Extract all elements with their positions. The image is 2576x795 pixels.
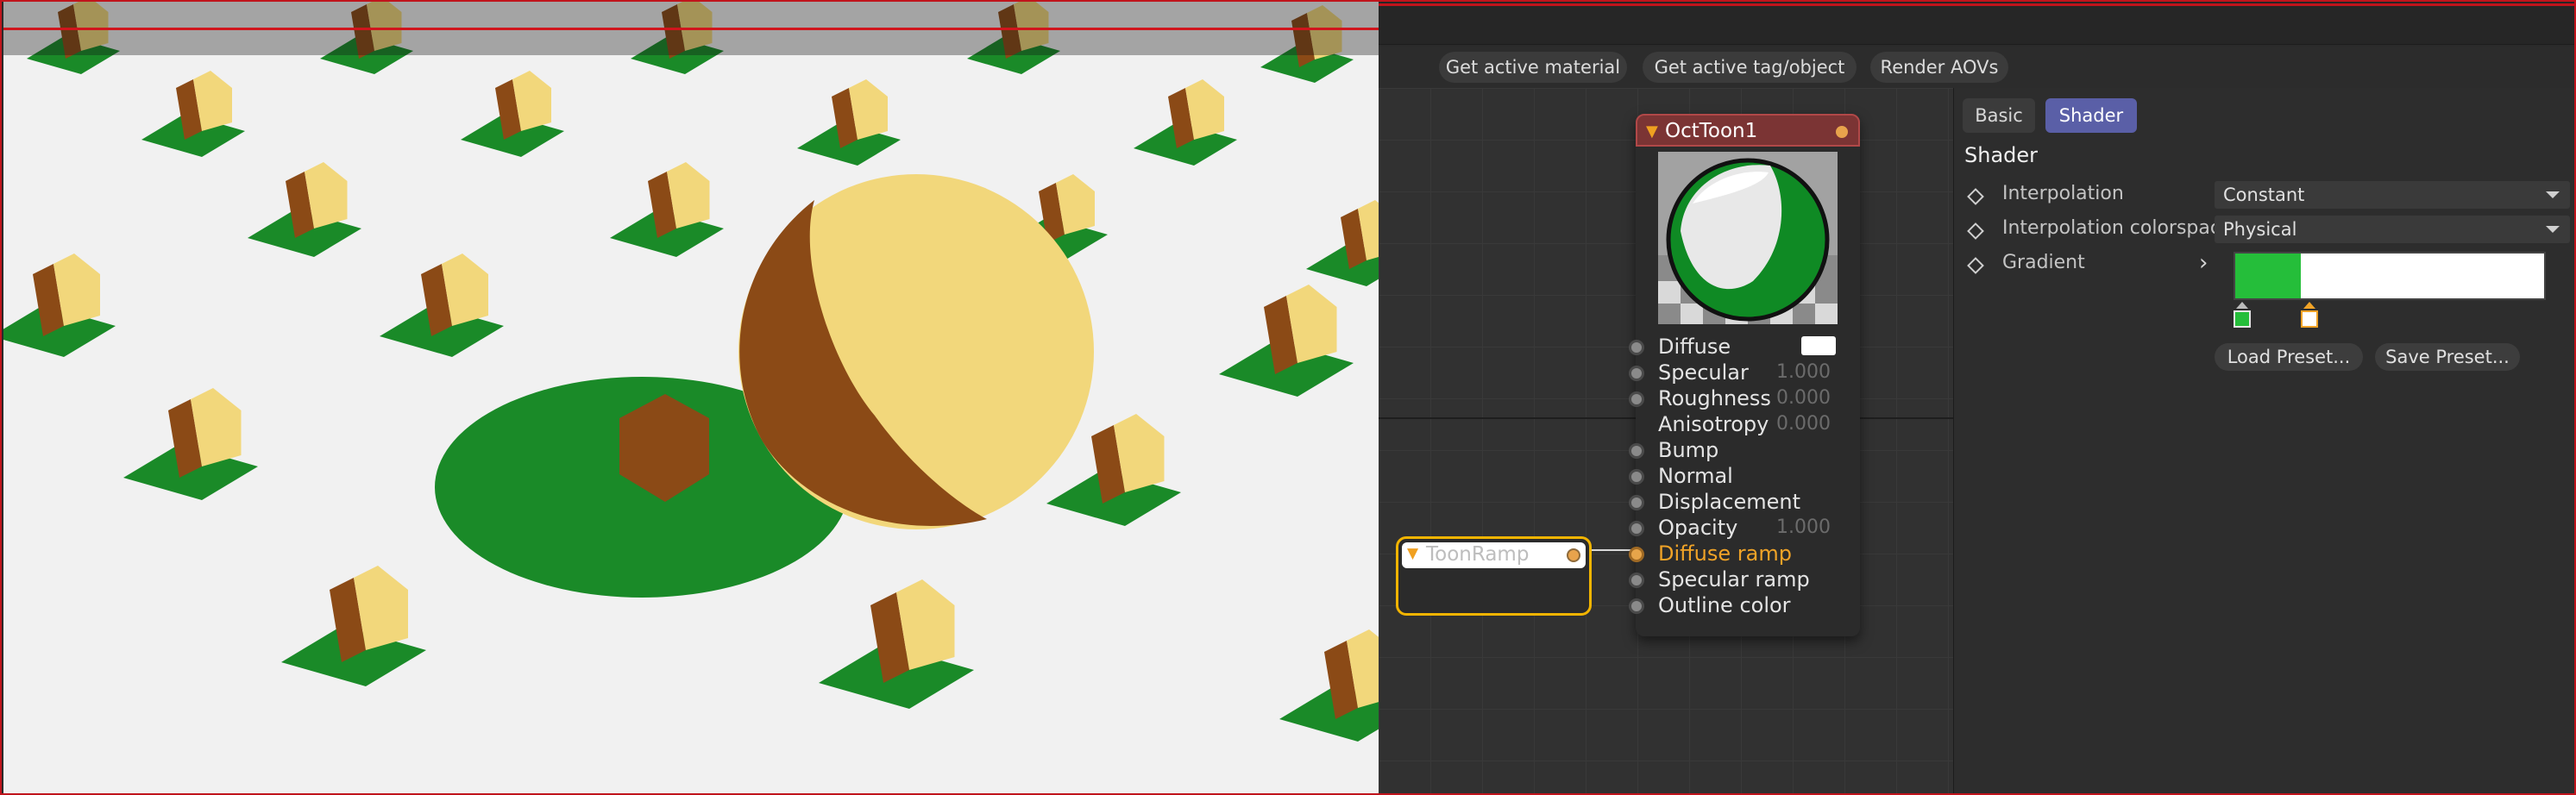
- get-active-material-button[interactable]: Get active material: [1439, 52, 1627, 83]
- input-port[interactable]: [1629, 495, 1644, 510]
- colorspace-value: Physical: [2223, 219, 2297, 240]
- gradient-keyframe-diamond-icon[interactable]: [1967, 257, 1984, 274]
- toonramp-node-header[interactable]: ▼ ToonRamp: [1402, 542, 1586, 568]
- output-port[interactable]: [1836, 126, 1848, 138]
- octtoon-node-title: OctToon1: [1665, 120, 1758, 142]
- viewport-render-region-border: [3, 28, 1379, 30]
- section-title: Shader: [1964, 143, 2039, 167]
- chevron-right-icon[interactable]: ›: [2199, 250, 2208, 276]
- interpolation-value: Constant: [2223, 185, 2305, 205]
- node-connection-wire: [1587, 549, 1632, 551]
- port-value[interactable]: 0.000: [1776, 413, 1831, 435]
- octtoon-node-header[interactable]: ▼ OctToon1: [1636, 114, 1860, 147]
- tab-shader[interactable]: Shader: [2045, 98, 2137, 133]
- app-window: Get active material Get active tag/objec…: [0, 0, 2576, 795]
- input-port[interactable]: [1629, 469, 1644, 485]
- input-port[interactable]: [1629, 340, 1644, 355]
- port-value[interactable]: 1.000: [1776, 516, 1831, 538]
- octtoon-node[interactable]: ▼ OctToon1 Diffuse Specular 1.000 Roughness: [1629, 114, 1860, 636]
- input-port[interactable]: [1629, 443, 1644, 459]
- port-label: Displacement: [1658, 490, 1800, 514]
- gradient-editor[interactable]: [2234, 252, 2546, 300]
- interpolation-dropdown[interactable]: Constant: [2215, 181, 2570, 209]
- port-label: Normal: [1658, 464, 1733, 488]
- save-preset-button[interactable]: Save Preset...: [2375, 343, 2520, 371]
- port-value[interactable]: 1.000: [1776, 361, 1831, 383]
- toonramp-node[interactable]: ▼ ToonRamp: [1396, 536, 1592, 616]
- tab-basic[interactable]: Basic: [1963, 98, 2035, 133]
- diffuse-color-swatch[interactable]: [1801, 336, 1836, 355]
- port-label: Roughness: [1658, 386, 1771, 410]
- input-port[interactable]: [1629, 547, 1644, 562]
- port-label: Diffuse: [1658, 335, 1731, 359]
- input-port[interactable]: [1629, 521, 1644, 536]
- render-viewport[interactable]: [3, 2, 1379, 793]
- port-label: Opacity: [1658, 516, 1738, 540]
- collapse-triangle-icon[interactable]: ▼: [1407, 545, 1418, 562]
- port-label: Diffuse ramp: [1658, 541, 1792, 566]
- port-label: Specular ramp: [1658, 567, 1810, 592]
- colorspace-dropdown[interactable]: Physical: [2215, 216, 2570, 243]
- input-port[interactable]: [1629, 598, 1644, 614]
- output-port[interactable]: [1567, 548, 1580, 562]
- colorspace-keyframe-diamond-icon[interactable]: [1967, 222, 1984, 240]
- port-label: Bump: [1658, 438, 1719, 462]
- input-port[interactable]: [1629, 573, 1644, 588]
- colorspace-label: Interpolation colorspace: [2002, 217, 2233, 239]
- attribute-panel-header-area: [1953, 2, 2574, 88]
- chevron-down-icon: [2546, 191, 2560, 198]
- toonramp-node-title: ToonRamp: [1426, 543, 1530, 566]
- load-preset-button[interactable]: Load Preset...: [2215, 343, 2363, 371]
- viewport-scene: [3, 2, 1379, 793]
- gradient-knot-green[interactable]: [2234, 302, 2251, 329]
- interpolation-keyframe-diamond-icon[interactable]: [1967, 188, 1984, 205]
- attribute-manager-panel: Basic Shader Shader Interpolation Consta…: [1953, 88, 2574, 793]
- input-port[interactable]: [1629, 391, 1644, 407]
- input-port[interactable]: [1629, 366, 1644, 381]
- gradient-label: Gradient: [2002, 252, 2085, 273]
- port-label: Outline color: [1658, 593, 1791, 617]
- port-label: Anisotropy: [1658, 412, 1769, 436]
- material-preview-image: [1658, 152, 1838, 324]
- get-active-tag-object-button[interactable]: Get active tag/object: [1643, 52, 1857, 83]
- material-preview-thumbnail: [1658, 152, 1838, 324]
- collapse-triangle-icon[interactable]: ▼: [1646, 122, 1658, 141]
- interpolation-label: Interpolation: [2002, 183, 2124, 204]
- gradient-knot-white[interactable]: [2301, 302, 2318, 329]
- gradient-green-segment: [2235, 254, 2301, 298]
- port-label: Specular: [1658, 360, 1749, 385]
- chevron-down-icon: [2546, 226, 2560, 233]
- port-value[interactable]: 0.000: [1776, 387, 1831, 409]
